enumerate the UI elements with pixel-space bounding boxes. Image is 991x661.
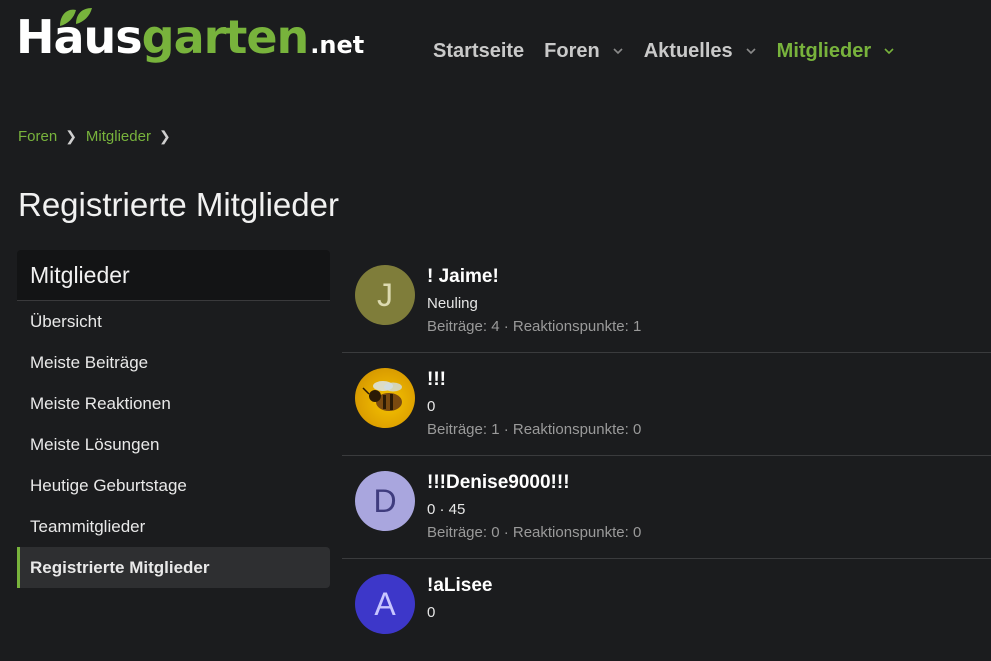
list-item: J ! Jaime! Neuling Beiträge: 4 · Reaktio… — [342, 250, 991, 353]
list-item: !!! 0 Beiträge: 1 · Reaktionspunkte: 0 — [342, 353, 991, 456]
sidebar-item-meiste-loesungen[interactable]: Meiste Lösungen — [17, 424, 330, 465]
nav-item-aktuelles[interactable]: Aktuelles — [644, 36, 757, 66]
member-stats: Beiträge: 1 · Reaktionspunkte: 0 — [427, 421, 642, 438]
breadcrumb: Foren ❯ Mitglieder ❯ — [18, 128, 180, 145]
avatar[interactable]: D — [355, 471, 415, 531]
avatar-letter: J — [377, 276, 393, 313]
member-name[interactable]: !!! — [427, 369, 446, 391]
member-name[interactable]: ! Jaime! — [427, 266, 499, 288]
member-name[interactable]: !!!Denise9000!!! — [427, 472, 570, 494]
chevron-right-icon: ❯ — [65, 128, 77, 144]
avatar-letter: A — [374, 585, 396, 622]
page-title: Registrierte Mitglieder — [18, 186, 339, 223]
logo-text-garten: garten — [141, 10, 310, 64]
list-item: D !!!Denise9000!!! 0 · 45 Beiträge: 0 · … — [342, 456, 991, 559]
site-header: Hausgarten.net Startseite Foren Aktuelle… — [0, 0, 991, 100]
list-item: A !aLisee 0 — [342, 559, 991, 661]
nav-item-mitglieder[interactable]: Mitglieder — [777, 36, 895, 66]
sidebar-item-teammitglieder[interactable]: Teammitglieder — [17, 506, 330, 547]
logo-text-net: .net — [310, 31, 365, 59]
site-logo[interactable]: Hausgarten.net — [16, 8, 365, 78]
avatar[interactable]: J — [355, 265, 415, 325]
chevron-down-icon[interactable] — [883, 45, 895, 57]
breadcrumb-link-mitglieder[interactable]: Mitglieder — [86, 128, 151, 145]
member-title: 0 — [427, 398, 436, 415]
main-nav: Startseite Foren Aktuelles Mitglieder — [433, 36, 915, 66]
sidebar-item-meiste-beitraege[interactable]: Meiste Beiträge — [17, 342, 330, 383]
member-stats: Beiträge: 4 · Reaktionspunkte: 1 — [427, 318, 642, 335]
chevron-down-icon[interactable] — [612, 45, 624, 57]
sidebar-item-heutige-geburtstage[interactable]: Heutige Geburtstage — [17, 465, 330, 506]
nav-item-startseite[interactable]: Startseite — [433, 36, 524, 66]
member-stats: Beiträge: 0 · Reaktionspunkte: 0 — [427, 524, 642, 541]
avatar-letter: D — [373, 482, 397, 519]
member-title: 0 — [427, 604, 436, 621]
member-title: Neuling — [427, 295, 478, 312]
avatar[interactable]: A — [355, 574, 415, 634]
chevron-right-icon: ❯ — [158, 128, 171, 144]
sidebar-item-uebersicht[interactable]: Übersicht — [17, 301, 330, 342]
sidebar-heading: Mitglieder — [17, 250, 330, 301]
leaf-icon — [60, 8, 92, 26]
nav-item-foren[interactable]: Foren — [544, 36, 624, 66]
member-list: J ! Jaime! Neuling Beiträge: 4 · Reaktio… — [342, 250, 991, 661]
bee-photo-icon — [362, 381, 402, 411]
nav-item-label: Foren — [544, 39, 600, 62]
member-title: 0 · 45 — [427, 501, 466, 518]
chevron-down-icon[interactable] — [745, 45, 757, 57]
sidebar-item-registrierte-mitglieder[interactable]: Registrierte Mitglieder — [17, 547, 330, 588]
nav-item-label: Mitglieder — [776, 39, 872, 62]
sidebar-item-meiste-reaktionen[interactable]: Meiste Reaktionen — [17, 383, 330, 424]
nav-item-label: Aktuelles — [643, 39, 733, 62]
member-name[interactable]: !aLisee — [427, 575, 492, 597]
breadcrumb-link-foren[interactable]: Foren — [18, 128, 57, 145]
sidebar: Mitglieder Übersicht Meiste Beiträge Mei… — [17, 250, 330, 588]
avatar[interactable] — [355, 368, 415, 428]
nav-item-label: Startseite — [433, 39, 525, 62]
